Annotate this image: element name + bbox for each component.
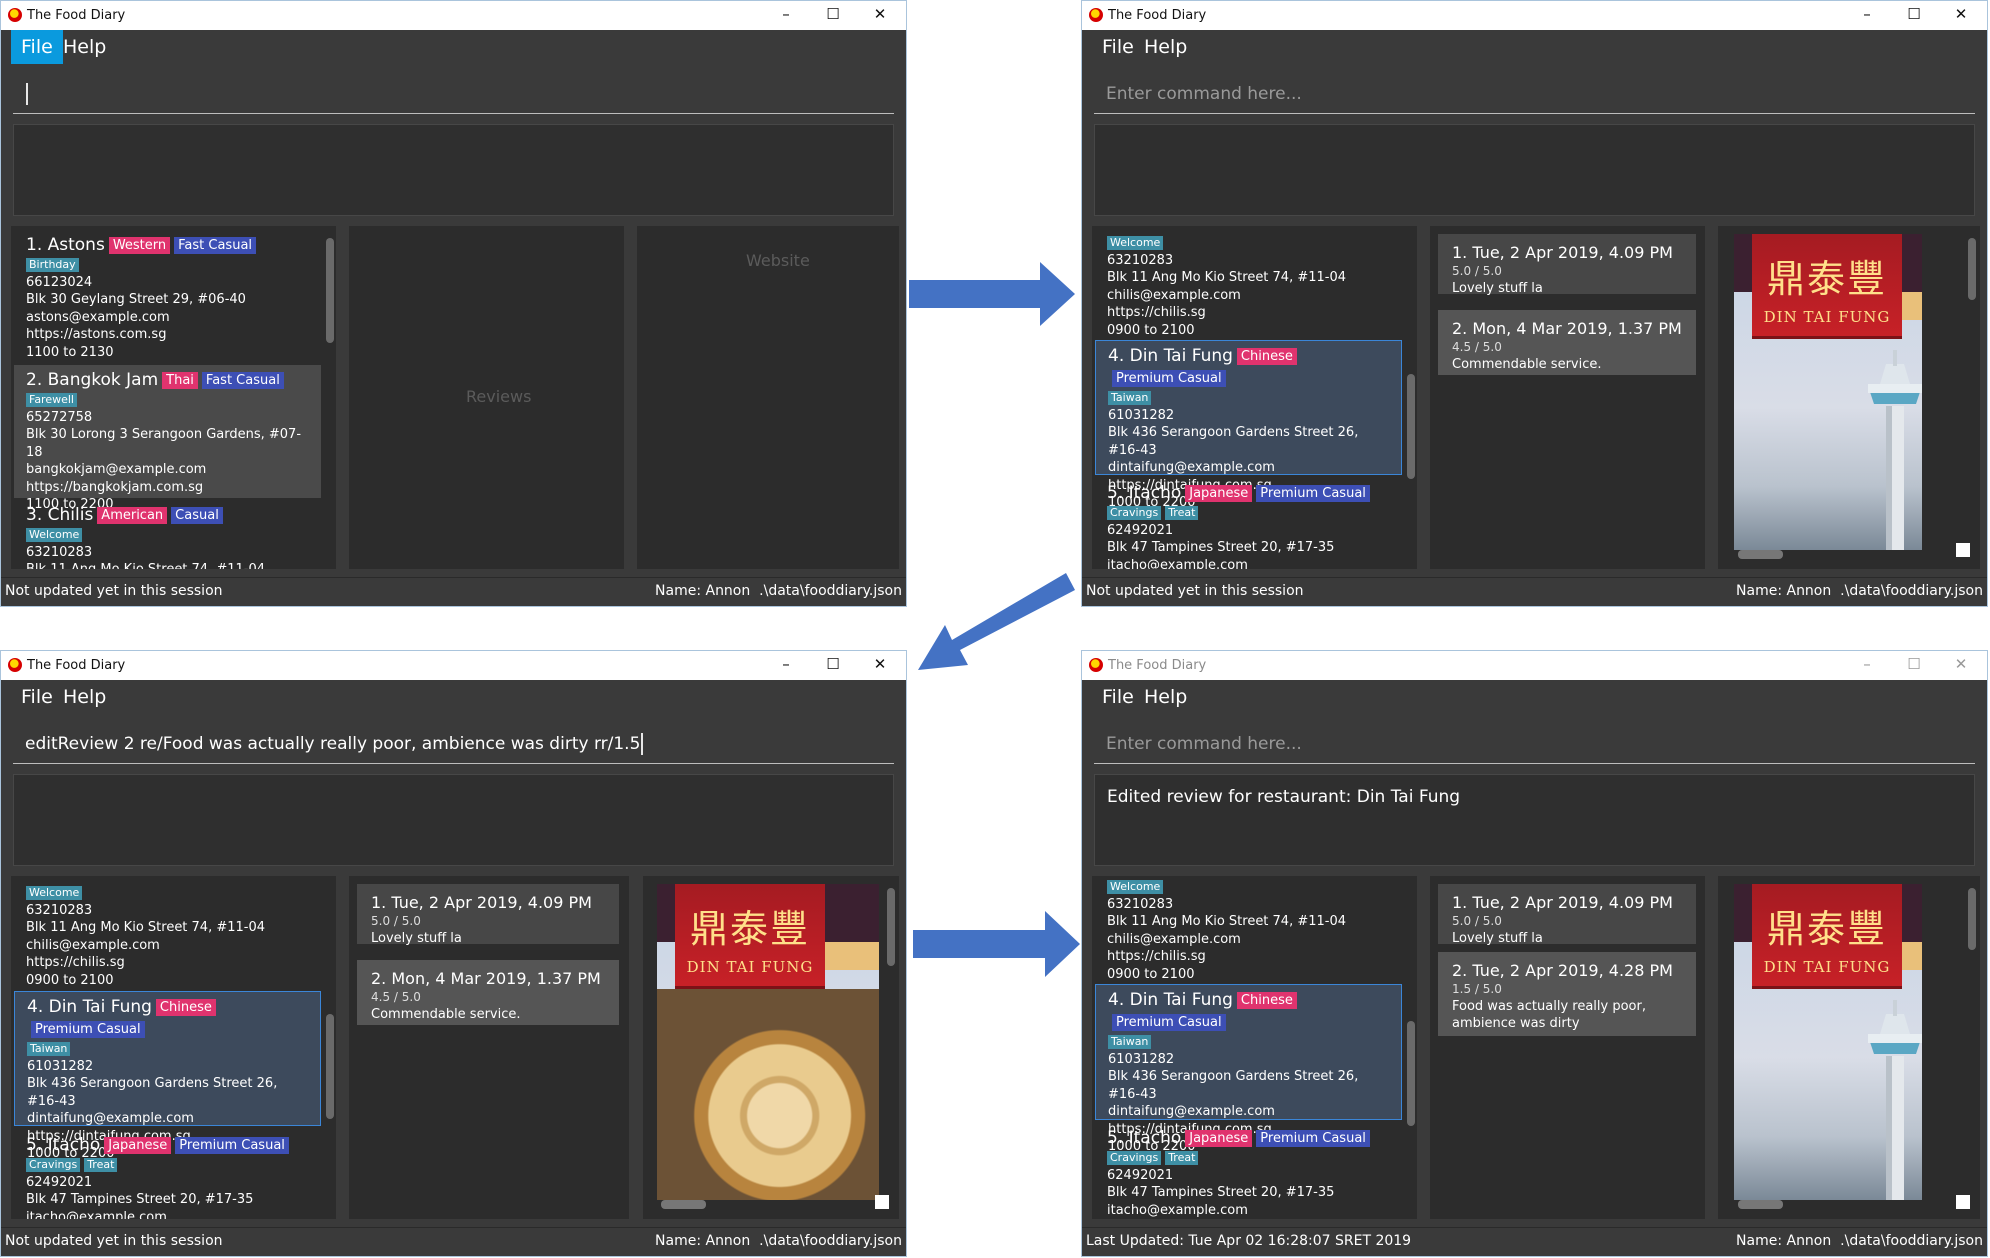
flow-arrows bbox=[909, 262, 1080, 977]
arrow-down-left bbox=[918, 573, 1075, 670]
arrow-right-top bbox=[909, 262, 1075, 326]
arrow-right-bottom bbox=[913, 911, 1080, 977]
